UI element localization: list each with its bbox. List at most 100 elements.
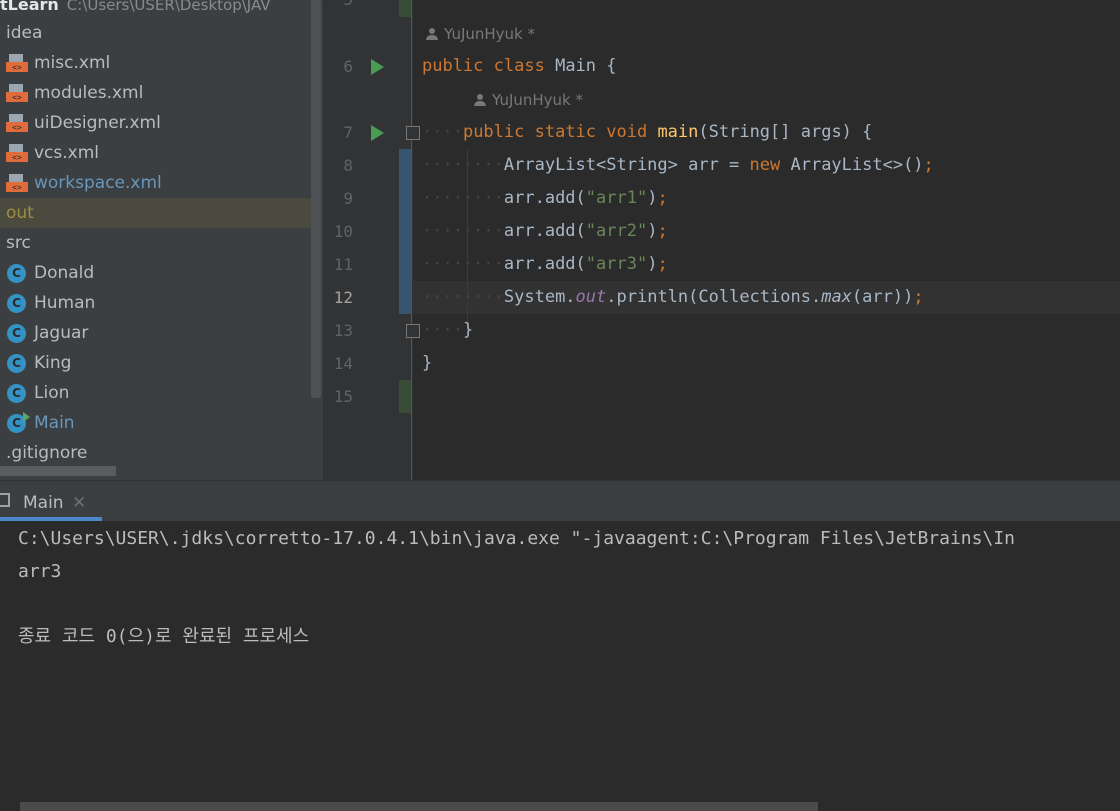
active-tab-indicator [0, 517, 102, 521]
code-text: ) [647, 221, 658, 241]
tree-item-label: out [6, 203, 34, 223]
class-icon: C [7, 324, 26, 343]
code-line-11[interactable]: ········arr.add("arr3"); [422, 248, 668, 281]
class-icon: C [7, 354, 26, 373]
tree-item[interactable]: src [0, 228, 323, 258]
code-identifier: Main [555, 56, 597, 76]
code-semicolon: ; [657, 254, 668, 274]
vcs-change-marker[interactable] [399, 0, 411, 17]
tree-item[interactable]: .gitignore [0, 438, 323, 468]
tree-item[interactable]: <> modules.xml [0, 78, 323, 108]
code-semicolon: ; [913, 287, 924, 307]
vcs-change-marker[interactable] [399, 149, 411, 314]
code-author-hint[interactable]: YuJunHyuk * [426, 24, 535, 44]
tree-item[interactable]: idea [0, 18, 323, 48]
person-icon [474, 94, 486, 106]
tree-item[interactable]: C Main [0, 408, 323, 438]
xml-file-icon: <> [6, 114, 28, 132]
tree-item-label: modules.xml [34, 83, 144, 103]
tree-item-label: uiDesigner.xml [34, 113, 161, 133]
code-string: "arr2" [585, 221, 648, 241]
line-number: 5 [323, 0, 353, 16]
tree-item-label: Main [34, 413, 75, 433]
svg-text:<>: <> [12, 93, 22, 102]
code-line-6[interactable]: public class Main { [422, 50, 617, 83]
code-text: ) [647, 254, 658, 274]
code-line-9[interactable]: ········arr.add("arr1"); [422, 182, 668, 215]
xml-file-icon: <> [6, 54, 28, 72]
code-author-hint[interactable]: YuJunHyuk * [474, 90, 583, 110]
tree-item-label: Jaguar [34, 323, 89, 343]
project-horizontal-scrollbar[interactable] [0, 466, 116, 476]
code-line-7[interactable]: ····public static void main(String[] arg… [422, 116, 872, 149]
fold-collapse-icon[interactable] [406, 324, 420, 338]
code-editor[interactable]: 5 6 7 8 9 10 11 12 13 14 15 YuJunHyuk * … [323, 0, 1120, 480]
console-command-line[interactable]: C:\Users\USER\.jdks\corretto-17.0.4.1\bi… [18, 523, 1015, 555]
line-number: 15 [333, 387, 353, 406]
svg-text:<>: <> [12, 183, 22, 192]
code-text: arr.add( [503, 254, 586, 274]
line-number: 7 [343, 123, 353, 142]
code-line-8[interactable]: ········ArrayList<String> arr = new Arra… [422, 149, 934, 182]
code-line-14[interactable]: } [422, 347, 432, 380]
tree-item-label: vcs.xml [34, 143, 100, 163]
code-text: { [596, 56, 617, 76]
tree-item[interactable]: C Lion [0, 378, 323, 408]
code-text: arr.add( [503, 221, 586, 241]
code-semicolon: ; [657, 188, 668, 208]
tree-item[interactable]: C Donald [0, 258, 323, 288]
tree-item[interactable]: C Human [0, 288, 323, 318]
tab-main[interactable]: Main ✕ [0, 481, 102, 521]
code-line-10[interactable]: ········arr.add("arr2"); [422, 215, 668, 248]
author-name: YuJunHyuk * [492, 91, 584, 109]
run-tab-bar: Main ✕ [0, 481, 1120, 521]
code-text: ArrayList<>() [780, 155, 924, 175]
author-name: YuJunHyuk * [444, 25, 536, 43]
tree-item[interactable]: C Jaguar [0, 318, 323, 348]
tree-item[interactable]: C King [0, 348, 323, 378]
tree-item[interactable]: <> uiDesigner.xml [0, 108, 323, 138]
fold-collapse-icon[interactable] [406, 126, 420, 140]
line-number: 13 [333, 321, 353, 340]
code-text: } [422, 353, 433, 373]
project-vertical-scrollbar[interactable] [311, 0, 321, 398]
code-static-method: max [821, 287, 852, 307]
line-number: 8 [343, 156, 353, 175]
code-text: arr.add( [503, 188, 586, 208]
tree-item-label: Human [34, 293, 96, 313]
class-icon: C [7, 384, 26, 403]
line-number: 9 [343, 189, 353, 208]
code-text: .println(Collections. [606, 287, 822, 307]
code-static-field: out [575, 287, 607, 307]
run-main-icon[interactable] [371, 125, 384, 141]
tree-item[interactable]: out [0, 198, 320, 228]
code-line-13[interactable]: ····} [422, 314, 473, 347]
tree-item[interactable]: <> workspace.xml [0, 168, 323, 198]
code-method-name: main [657, 122, 699, 142]
console-exit-message[interactable]: 종료 코드 0(으)로 완료된 프로세스 [18, 621, 309, 653]
code-keyword: public class [422, 56, 545, 76]
person-icon [426, 28, 438, 40]
code-text: System. [503, 287, 576, 307]
code-string: "arr3" [585, 254, 648, 274]
main-class-icon: C [7, 412, 30, 433]
line-number: 12 [333, 288, 353, 307]
run-class-icon[interactable] [371, 59, 384, 75]
tree-item-label: src [6, 233, 31, 253]
console-output-line[interactable]: arr3 [18, 556, 61, 588]
class-icon: C [7, 294, 26, 313]
code-text: (arr)) [851, 287, 914, 307]
code-semicolon: ; [657, 221, 668, 241]
tree-item-label: .gitignore [6, 443, 88, 463]
tree-item-label: King [34, 353, 72, 373]
svg-text:<>: <> [12, 123, 22, 132]
code-keyword: public static void [462, 122, 648, 142]
project-root[interactable]: tLearn C:\Users\USER\Desktop\JAV [0, 0, 271, 16]
code-text: (String[] args) { [698, 122, 873, 142]
vcs-change-marker[interactable] [399, 380, 411, 413]
code-text: ArrayList<String> arr = [503, 155, 750, 175]
code-line-12[interactable]: ········System.out.println(Collections.m… [422, 281, 924, 314]
tree-item[interactable]: <> vcs.xml [0, 138, 323, 168]
console-icon [0, 493, 10, 507]
tree-item[interactable]: <> misc.xml [0, 48, 323, 78]
